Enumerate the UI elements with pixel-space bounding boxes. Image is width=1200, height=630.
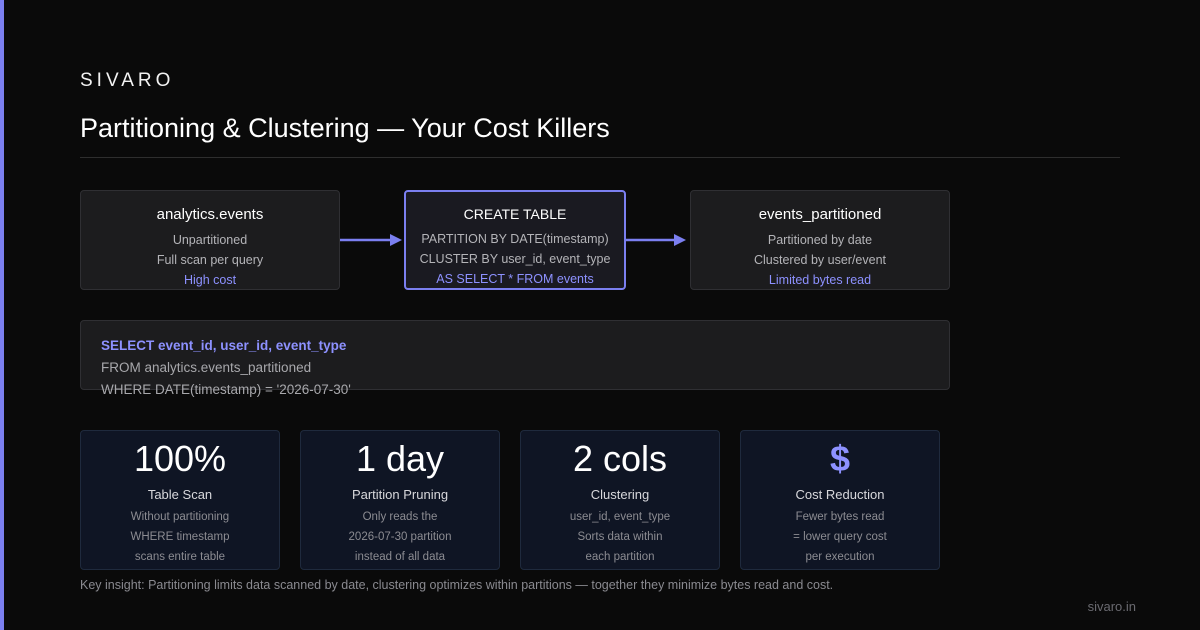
target-table-box: events_partitioned Partitioned by date C… — [690, 190, 950, 290]
stat-desc: WHERE timestamp — [130, 531, 230, 543]
stat-card-cost-reduction: $ Cost Reduction Fewer bytes read = lowe… — [740, 430, 940, 570]
stat-desc: each partition — [585, 551, 655, 563]
target-table-title: events_partitioned — [758, 206, 882, 223]
stat-card-partition-pruning: 1 day Partition Pruning Only reads the 2… — [300, 430, 500, 570]
title-divider — [80, 157, 1120, 158]
footer-url: sivaro.in — [1087, 599, 1136, 614]
source-table-line: Unpartitioned — [172, 233, 248, 247]
stat-desc: Fewer bytes read — [795, 511, 885, 523]
sql-query-block: SELECT event_id, user_id, event_type FRO… — [80, 320, 950, 397]
stat-desc: 2026-07-30 partition — [348, 531, 452, 543]
sql-line: WHERE DATE(timestamp) = '2026-07-30' — [101, 382, 351, 397]
stat-label: Partition Pruning — [351, 487, 449, 502]
stat-label: Table Scan — [147, 487, 213, 502]
target-table-line: Partitioned by date — [767, 233, 873, 247]
arrow-right-icon — [626, 233, 688, 247]
source-table-box: analytics.events Unpartitioned Full scan… — [80, 190, 340, 290]
stat-label: Clustering — [590, 487, 650, 502]
create-table-line: CLUSTER BY user_id, event_type — [419, 252, 611, 266]
stat-desc: Sorts data within — [577, 531, 663, 543]
arrow-right-icon — [340, 233, 404, 247]
accent-bar — [0, 0, 4, 630]
stat-label: Cost Reduction — [795, 487, 885, 502]
source-table-highlight: High cost — [183, 273, 237, 287]
stat-desc: Without partitioning — [130, 511, 230, 523]
source-table-line: Full scan per query — [156, 253, 264, 267]
stat-value: 1 day — [355, 438, 445, 479]
stat-desc: instead of all data — [354, 551, 446, 563]
stat-value: 2 cols — [572, 438, 668, 479]
target-table-highlight: Limited bytes read — [768, 273, 872, 287]
brand-logo: SIVARO — [80, 70, 175, 91]
target-table-line: Clustered by user/event — [753, 253, 886, 267]
dollar-icon: $ — [829, 438, 851, 479]
create-table-highlight: AS SELECT * FROM events — [436, 272, 594, 286]
key-insight-note: Key insight: Partitioning limits data sc… — [80, 578, 834, 592]
stat-card-table-scan: 100% Table Scan Without partitioning WHE… — [80, 430, 280, 570]
stat-card-clustering: 2 cols Clustering user_id, event_type So… — [520, 430, 720, 570]
stat-desc: per execution — [805, 551, 875, 563]
stat-desc: Only reads the — [362, 511, 438, 523]
sql-line: SELECT event_id, user_id, event_type — [101, 338, 347, 353]
stat-value: 100% — [133, 438, 227, 479]
create-table-line: PARTITION BY DATE(timestamp) — [421, 232, 609, 246]
stat-desc: = lower query cost — [793, 531, 887, 543]
source-table-title: analytics.events — [156, 206, 264, 223]
page-title: Partitioning & Clustering — Your Cost Ki… — [80, 113, 610, 143]
stat-desc: scans entire table — [134, 551, 226, 563]
create-table-box: CREATE TABLE PARTITION BY DATE(timestamp… — [404, 190, 626, 290]
sql-line: FROM analytics.events_partitioned — [101, 360, 312, 375]
create-table-title: CREATE TABLE — [463, 206, 567, 222]
stat-desc: user_id, event_type — [569, 511, 671, 523]
